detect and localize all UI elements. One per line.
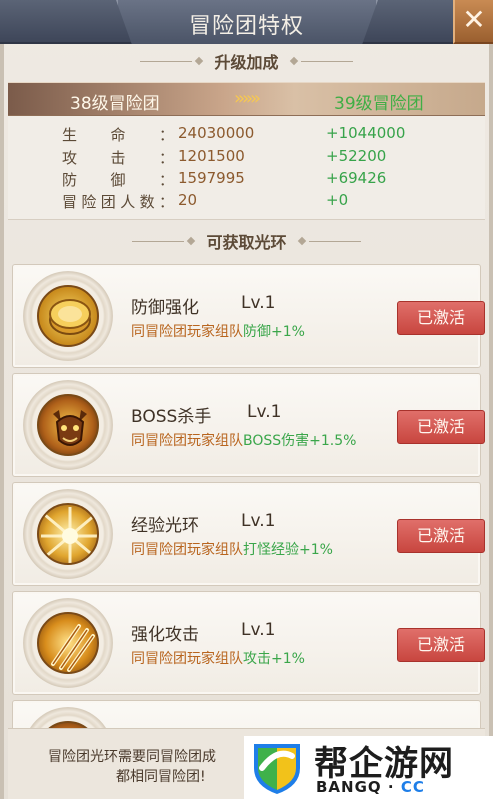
stat-row-defense: 防御： 1597995 +69426	[8, 169, 485, 191]
close-button[interactable]: ✕	[453, 0, 493, 44]
halo-level: Lv.1	[241, 620, 276, 640]
halo-effect: 防御+1%	[243, 324, 305, 340]
upgrade-section-header: 升级加成	[0, 46, 493, 76]
stat-row-attack: 攻击： 1201500 +52200	[8, 147, 485, 169]
activated-button[interactable]: 已激活	[397, 519, 485, 553]
stat-increase: +52200	[326, 147, 387, 165]
stat-value: 1597995	[178, 169, 245, 187]
shield-coin-icon	[37, 285, 99, 347]
upgrade-section-title: 升级加成	[214, 53, 279, 72]
halo-level: Lv.1	[241, 293, 276, 313]
halo-list[interactable]: 防御强化 Lv.1 同冒险团玩家组队防御+1% 已激活 BOSS杀手 Lv.1 …	[8, 258, 485, 728]
activated-button[interactable]: 已激活	[397, 628, 485, 662]
halo-card[interactable]: 经验光环 Lv.1 同冒险团玩家组队打怪经验+1% 已激活	[12, 482, 485, 586]
stat-value: 1201500	[178, 147, 245, 165]
watermark-domain-suffix: CC	[400, 778, 425, 796]
stat-label: 生命：	[62, 126, 174, 144]
halo-name: 强化攻击	[131, 625, 199, 645]
stats-table: 生命： 24030000 +1044000 攻击： 1201500 +52200…	[8, 116, 485, 220]
title-bar: 冒险团特权 ✕	[0, 0, 493, 44]
watermark-domain-dot: ·	[381, 778, 401, 796]
arrow-right-icon: »»»	[234, 88, 261, 109]
beast-head-icon	[37, 394, 99, 456]
halo-section-header: 可获取光环	[0, 226, 493, 256]
stat-label: 攻击：	[62, 149, 174, 167]
halo-name: 经验光环	[131, 516, 199, 536]
halo-effect: BOSS伤害+1.5%	[243, 433, 357, 449]
activated-button[interactable]: 已激活	[397, 410, 485, 444]
halo-desc-prefix: 同冒险团玩家组队	[131, 542, 243, 558]
light-rays-icon	[37, 503, 99, 565]
stat-row-members: 冒险团人数： 20 +0	[8, 191, 485, 213]
activated-button[interactable]: 已激活	[397, 301, 485, 335]
halo-desc: 同冒险团玩家组队BOSS伤害+1.5%	[131, 430, 356, 450]
stat-label: 防御：	[62, 171, 174, 189]
halo-desc: 同冒险团玩家组队防御+1%	[131, 321, 305, 341]
bangq-logo-icon	[254, 744, 300, 794]
level-upgrade-banner: 38级冒险团 »»» 39级冒险团	[8, 82, 485, 116]
halo-desc: 同冒险团玩家组队打怪经验+1%	[131, 539, 333, 559]
stat-label: 冒险团人数：	[62, 193, 174, 211]
stat-row-hp: 生命： 24030000 +1044000	[8, 124, 485, 146]
halo-effect: 打怪经验+1%	[243, 542, 333, 558]
halo-level: Lv.1	[241, 511, 276, 531]
halo-desc-prefix: 同冒险团玩家组队	[131, 324, 243, 340]
halo-desc: 同冒险团玩家组队攻击+1%	[131, 648, 305, 668]
halo-level: Lv.1	[247, 402, 282, 422]
halo-effect: 攻击+1%	[243, 651, 305, 667]
stat-increase: +69426	[326, 169, 387, 187]
window-title: 冒险团特权	[188, 14, 304, 39]
halo-name: 防御强化	[131, 298, 199, 318]
halo-card[interactable]: 强化攻击 Lv.1 同冒险团玩家组队攻击+1% 已激活	[12, 591, 485, 695]
halo-card[interactable]: 防御强化 Lv.1 同冒险团玩家组队防御+1% 已激活	[12, 264, 485, 368]
halo-name: BOSS杀手	[131, 407, 212, 427]
stat-value: 20	[178, 191, 198, 209]
claw-strike-icon	[37, 612, 99, 674]
halo-desc-prefix: 同冒险团玩家组队	[131, 651, 243, 667]
halo-desc-prefix: 同冒险团玩家组队	[131, 433, 243, 449]
halo-card[interactable]: BOSS杀手 Lv.1 同冒险团玩家组队BOSS伤害+1.5% 已激活	[12, 373, 485, 477]
halo-section-title: 可获取光环	[206, 233, 287, 252]
watermark: 帮企游网 BANGQ · CC	[244, 736, 493, 799]
close-icon[interactable]: ✕	[462, 3, 485, 36]
stat-value: 24030000	[178, 124, 255, 142]
watermark-domain-prefix: BANGQ	[316, 778, 382, 796]
next-level: 39级冒险团	[334, 94, 424, 114]
watermark-domain: BANGQ · CC	[316, 778, 425, 796]
stat-increase: +0	[326, 191, 349, 209]
stat-increase: +1044000	[326, 124, 406, 142]
halo-card[interactable]	[12, 700, 481, 728]
current-level: 38级冒险团	[70, 94, 160, 114]
